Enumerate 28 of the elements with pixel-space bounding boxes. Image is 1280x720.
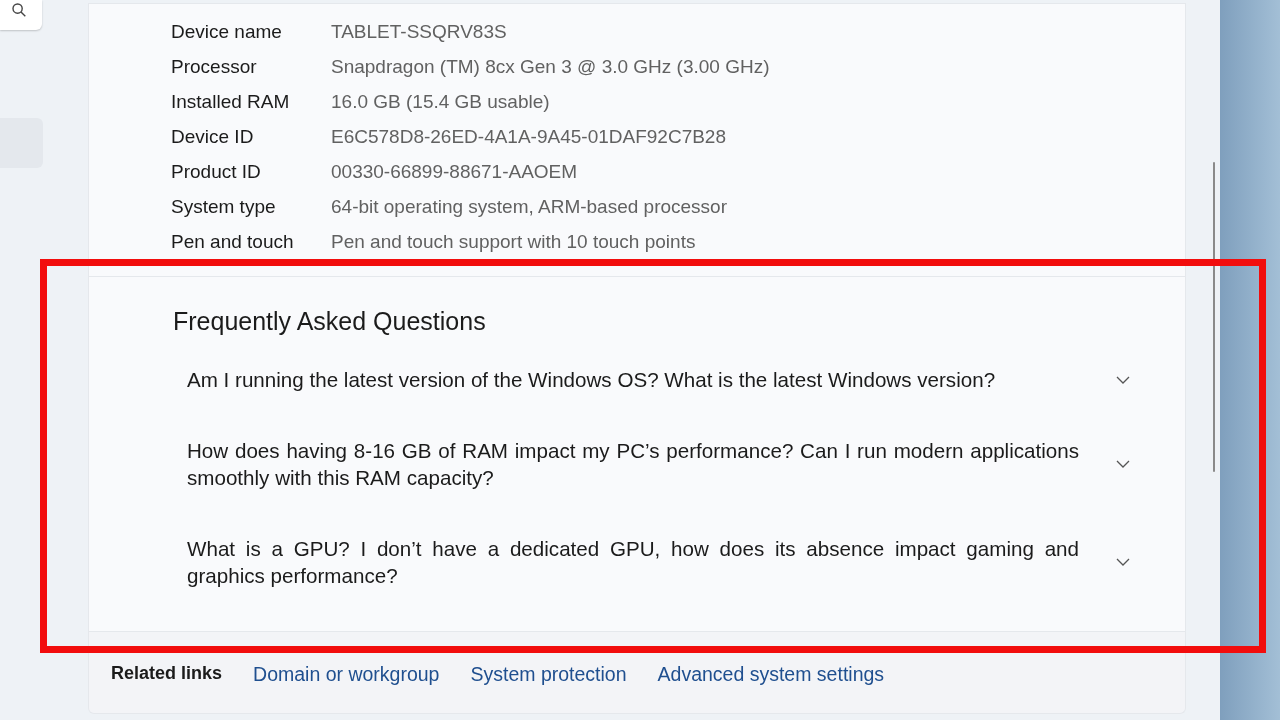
spec-label: Product ID: [171, 160, 262, 185]
faq-question[interactable]: What is a GPU? I don’t have a dedicated GPU, how does its absence impact gaming and graphics performance?: [187, 535, 1079, 589]
spec-value: TABLET-SSQRV83S: [331, 20, 507, 45]
spec-value: 16.0 GB (15.4 GB usable): [331, 90, 550, 115]
spec-value: 64-bit operating system, ARM-based processor: [331, 195, 727, 220]
spec-label: Installed RAM: [171, 90, 291, 115]
settings-link[interactable]: Advanced system settings: [657, 660, 885, 690]
spec-value: Snapdragon (TM) 8cx Gen 3 @ 3.0 GHz (3.00 GHz): [331, 55, 770, 80]
chevron-icon[interactable]: [1116, 375, 1130, 384]
spec-value: Pen and touch support with 10 touch points: [331, 230, 696, 255]
faq-question[interactable]: How does having 8-16 GB of RAM impact my PC’s performance? Can I run modern applications smoothly with this RAM capacity?: [187, 437, 1079, 491]
search-field[interactable]: [0, 0, 42, 30]
faq-question[interactable]: Am I running the latest version of the Windows OS? What is the latest Windows version?: [187, 366, 1079, 393]
chevron-icon[interactable]: [1116, 558, 1130, 566]
spec-label: Device name: [171, 20, 283, 45]
scrollbar-thumb[interactable]: [1213, 162, 1215, 472]
chevron-icon[interactable]: [1116, 460, 1130, 468]
spec-label: Device ID: [171, 125, 255, 150]
related-links-label: Related links: [111, 662, 223, 685]
spec-label: Processor: [171, 55, 258, 80]
search-icon: [12, 3, 26, 17]
spec-label: Pen and touch: [171, 230, 295, 255]
spec-label: System type: [171, 195, 277, 220]
settings-link[interactable]: System protection: [470, 660, 627, 690]
faq-title: Frequently Asked Questions: [173, 306, 486, 337]
settings-link[interactable]: Domain or workgroup: [253, 660, 440, 690]
spec-value: E6C578D8-26ED-4A1A-9A45-01DAF92C7B28: [331, 125, 726, 150]
spec-value: 00330-66899-88671-AAOEM: [331, 160, 578, 185]
